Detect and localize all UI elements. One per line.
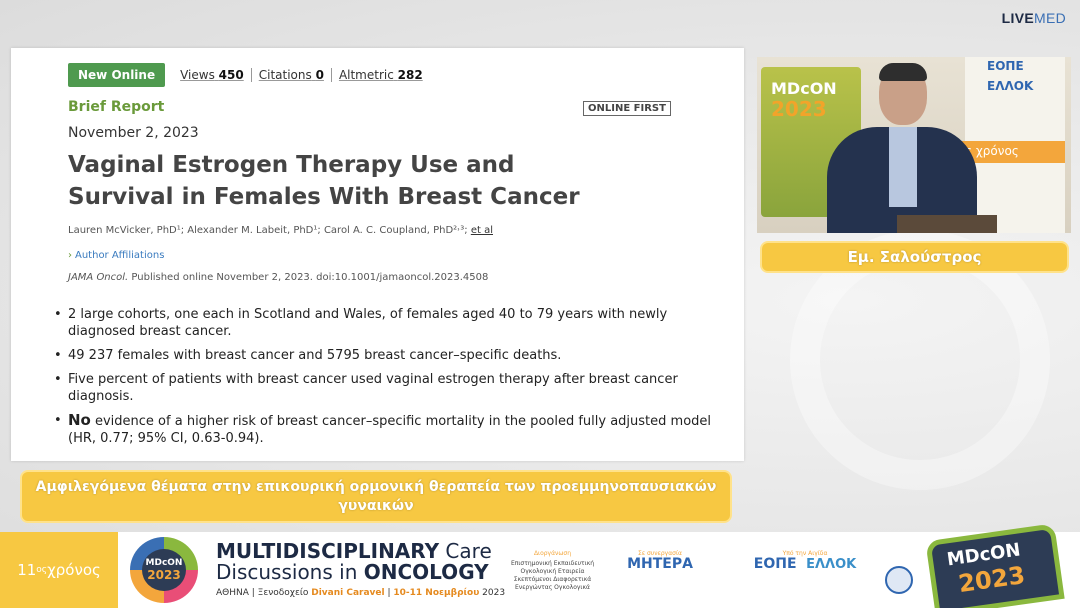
organizer-info: Διοργάνωση Επιστημονική Εκπαιδευτική Ογκ… xyxy=(510,550,595,591)
article-category: Brief Report xyxy=(68,99,165,115)
auspices-info: Υπό την Αιγίδα ΕΟΠΕ ΕΛΛΟΚ xyxy=(753,550,857,572)
citations-metric[interactable]: Citations 0 xyxy=(252,68,332,82)
eope-logo: ΕΟΠΕ xyxy=(753,556,797,572)
mdcon-2023-logo: MDcON 2023 xyxy=(925,523,1065,608)
collaborator-info: Σε συνεργασία ΜΗΤΕΡΑ xyxy=(615,550,705,572)
article-metrics: New Online Views 450 Citations 0 Altmetr… xyxy=(68,63,430,87)
elekap-logo xyxy=(885,566,913,594)
mdcon-gear-logo: MDcON 2023 xyxy=(130,537,198,603)
views-metric[interactable]: Views 450 xyxy=(173,68,252,82)
bullet-item: Five percent of patients with breast can… xyxy=(54,371,724,405)
edition-label: 11 ος χρόνος xyxy=(0,532,118,608)
author-affiliations-link[interactable]: › Author Affiliations xyxy=(68,250,164,261)
chevron-right-icon: › xyxy=(68,250,72,261)
altmetric-metric[interactable]: Altmetric 282 xyxy=(332,68,430,82)
bullet-item: 49 237 females with breast cancer and 57… xyxy=(54,347,724,364)
ellok-logo: ΕΛΛΟΚ xyxy=(806,557,857,572)
summary-bullets: 2 large cohorts, one each in Scotland an… xyxy=(54,306,724,454)
bullet-item: No evidence of a higher risk of breast c… xyxy=(54,412,724,447)
article-date: November 2, 2023 xyxy=(68,125,199,141)
article-citation: JAMA Oncol. Published online November 2,… xyxy=(68,272,489,283)
article-title: Vaginal Estrogen Therapy Use and Surviva… xyxy=(68,152,580,210)
event-title: MULTIDISCIPLINARY Care Discussions in ON… xyxy=(216,539,506,598)
speaker-name-label: Εμ. Σαλούστρος xyxy=(760,241,1069,273)
presentation-slide: New Online Views 450 Citations 0 Altmetr… xyxy=(11,48,744,461)
eope-logo: ΕΟΠΕ xyxy=(987,59,1024,73)
livemed-logo: LIVEMED xyxy=(1001,10,1066,26)
bullet-item: 2 large cohorts, one each in Scotland an… xyxy=(54,306,724,340)
speaker-video: MDcON 2023 ΕΟΠΕ ΕΛΛΟΚ ς χρόνος xyxy=(757,57,1071,233)
podium xyxy=(897,215,997,233)
online-first-badge: ONLINE FIRST xyxy=(583,101,671,116)
ellok-logo: ΕΛΛΟΚ xyxy=(987,79,1034,93)
et-al-link[interactable]: et al xyxy=(471,225,493,236)
new-online-badge: New Online xyxy=(68,63,166,87)
article-authors: Lauren McVicker, PhD¹; Alexander M. Labe… xyxy=(68,225,493,236)
mitera-logo: ΜΗΤΕΡΑ xyxy=(627,556,693,572)
event-footer: 11 ος χρόνος MDcON 2023 MULTIDISCIPLINARY … xyxy=(0,523,1080,608)
session-topic: Αμφιλεγόμενα θέματα στην επικουρική ορμο… xyxy=(20,470,732,523)
